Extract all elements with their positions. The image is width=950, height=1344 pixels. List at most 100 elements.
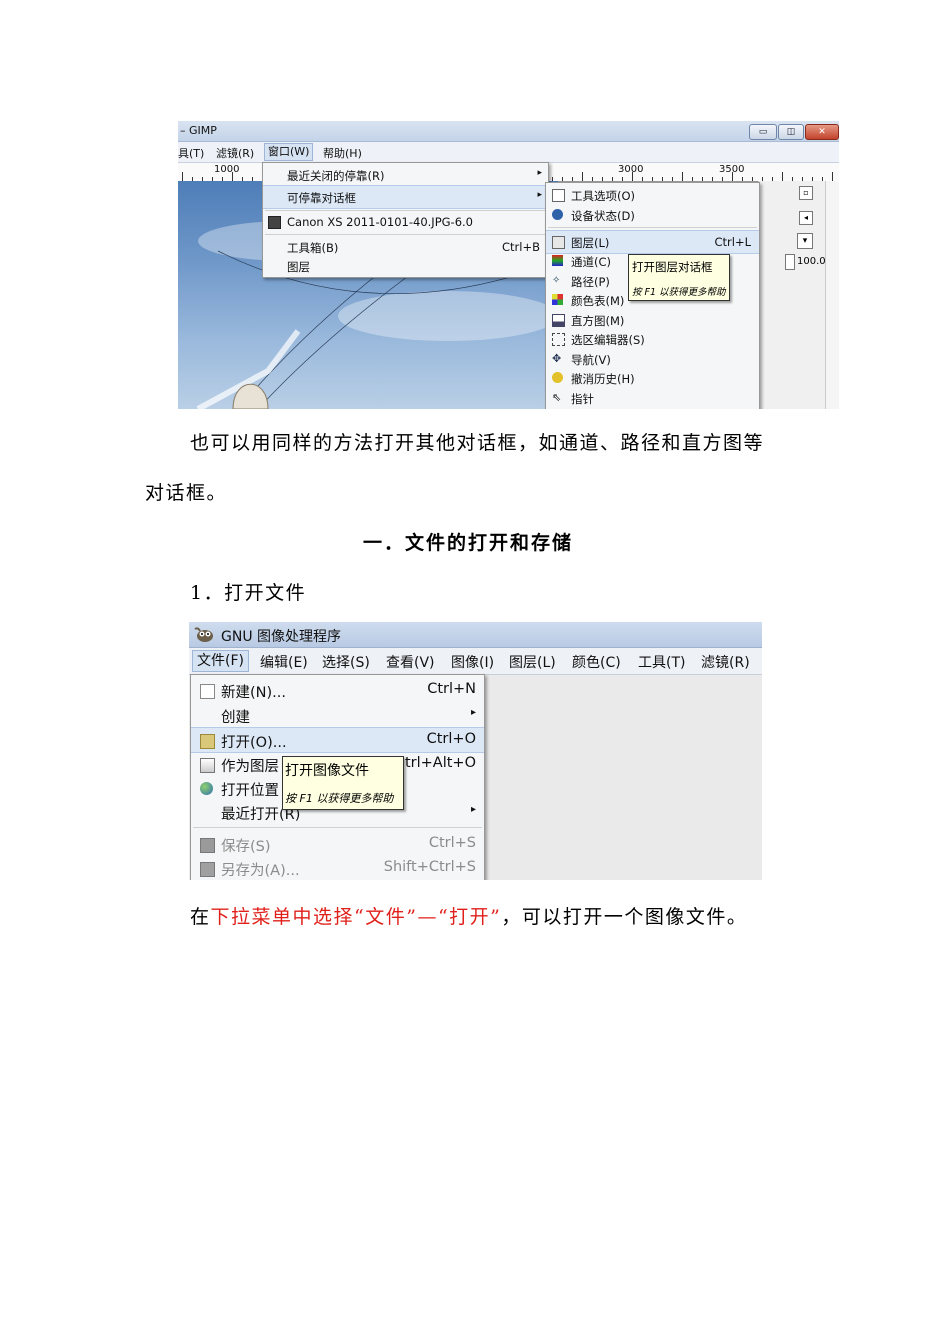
ruler-tick [602, 177, 603, 181]
menu-item-create[interactable]: 创建 ▸ [191, 703, 484, 727]
submenu-arrow-icon: ▸ [470, 707, 476, 718]
navigation-icon: ✥ [552, 352, 562, 365]
gimp-file-menu-screenshot: GNU 图像处理程序 文件(F) 编辑(E) 选择(S) 查看(V) 图像(I)… [189, 622, 762, 880]
ruler-tick [562, 177, 563, 181]
menu-item-save-as[interactable]: 另存为(A)... Shift+Ctrl+S [191, 856, 484, 880]
menu-help[interactable]: 帮助(H) [323, 145, 362, 161]
submenu-arrow-icon: ▸ [537, 190, 542, 200]
menu-item-shortcut: Ctrl+S [428, 835, 476, 851]
ruler-tick [832, 172, 833, 181]
menu-file[interactable]: 文件(F) [192, 650, 249, 672]
tooltip-hint: 按 F1 以获得更多帮助 [632, 287, 726, 298]
menu-bar: 文件(F) 编辑(E) 选择(S) 查看(V) 图像(I) 图层(L) 颜色(C… [189, 648, 762, 675]
menu-separator [193, 827, 482, 828]
menu-item-label: 打开位置 [221, 783, 279, 799]
restore-icon[interactable]: ◫ [778, 124, 804, 140]
menu-item-label: 打开(O)... [221, 735, 287, 751]
menu-item-open[interactable]: 打开(O)... Ctrl+O [191, 727, 484, 753]
open-as-layers-icon [200, 758, 215, 773]
save-as-icon [200, 862, 215, 877]
layers-tooltip: 打开图层对话框 按 F1 以获得更多帮助 [628, 254, 730, 301]
layers-icon [552, 236, 565, 249]
menu-tools[interactable]: 工具(T) [638, 652, 685, 672]
menu-item-image-window[interactable]: Canon XS 2011-0101-40.JPG-6.0 [263, 211, 548, 233]
menu-item-label: 指针 [571, 392, 594, 406]
menu-item-pointer[interactable]: ⇖ 指针 [546, 387, 759, 409]
menu-item-label: 选区编辑器(S) [571, 333, 645, 347]
selection-editor-icon [552, 333, 565, 346]
menu-separator [548, 227, 757, 228]
menu-window[interactable]: 窗口(W) [264, 143, 314, 161]
menu-item-label: 颜色表(M) [571, 294, 625, 308]
close-icon[interactable]: ✕ [805, 124, 839, 140]
globe-icon [200, 782, 213, 795]
menu-layer[interactable]: 图层(L) [509, 652, 556, 672]
menu-item-tool-options[interactable]: 工具选项(O) [546, 184, 759, 206]
menu-filters[interactable]: 滤镜(R) [701, 652, 750, 672]
menu-item-shortcut: Ctrl+B [502, 240, 540, 254]
tooltip-hint: 按 F1 以获得更多帮助 [285, 792, 394, 805]
menu-separator [265, 234, 546, 235]
tool-options-icon [552, 189, 565, 202]
ruler-tick [722, 177, 723, 181]
ruler-tick [702, 177, 703, 181]
colormap-icon [552, 294, 563, 305]
dock-close-icon[interactable]: ▫ [799, 186, 813, 200]
slider-handle[interactable] [785, 254, 795, 270]
menu-colors[interactable]: 颜色(C) [572, 652, 621, 672]
menu-tools[interactable]: 具(T) [178, 145, 204, 161]
menu-item-selection-editor[interactable]: 选区编辑器(S) [546, 328, 759, 350]
histogram-icon [552, 314, 565, 327]
dock-panel: ▫ ◂ ▾ 100.0 [758, 181, 839, 409]
ruler-tick [752, 177, 753, 181]
zoom-value[interactable]: 100.0 [797, 256, 826, 267]
empty-canvas [485, 675, 762, 880]
menu-item-label: 通道(C) [571, 255, 612, 269]
ruler-tick [572, 177, 573, 181]
menu-select[interactable]: 选择(S) [322, 652, 370, 672]
menu-item-layers[interactable]: 图层 [263, 255, 548, 277]
menu-item-label: 图层 [287, 260, 310, 274]
menu-item-label: 保存(S) [221, 839, 271, 855]
text-suffix: ，可以打开一个图像文件。 [501, 906, 748, 928]
menu-item-new[interactable]: 新建(N)... Ctrl+N [191, 678, 484, 702]
ruler-tick [622, 177, 623, 181]
section-heading: 一．文件的打开和存储 [363, 532, 574, 554]
open-folder-icon [200, 734, 215, 749]
instruction-paragraph: 在下拉菜单中选择“文件”—“打开”，可以打开一个图像文件。 [190, 902, 747, 929]
menu-edit[interactable]: 编辑(E) [260, 652, 308, 672]
menu-item-device-status[interactable]: 设备状态(D) [546, 204, 759, 226]
menu-item-save[interactable]: 保存(S) Ctrl+S [191, 832, 484, 856]
ruler-label: 1000 [214, 164, 240, 175]
ruler-tick [632, 172, 633, 181]
ruler-label: 3000 [618, 164, 644, 175]
menu-item-dockable-dialogs[interactable]: 可停靠对话框 ▸ [263, 185, 548, 209]
menu-item-label: 最近关闭的停靠(R) [287, 169, 385, 183]
menu-item-label: 工具箱(B) [287, 241, 339, 255]
dropdown-icon[interactable]: ▾ [797, 233, 813, 249]
menu-item-recent-docks[interactable]: 最近关闭的停靠(R) ▸ [263, 164, 548, 186]
ruler-tick [232, 172, 233, 181]
menu-item-label: 另存为(A)... [221, 863, 300, 879]
ruler-tick [742, 177, 743, 181]
minimize-icon[interactable]: ▭ [749, 124, 777, 140]
window-menu: 最近关闭的停靠(R) ▸ 可停靠对话框 ▸ Canon XS 2011-0101… [262, 162, 549, 278]
menu-item-shortcut: Shift+Ctrl+S [383, 859, 476, 875]
window-title: GNU 图像处理程序 [221, 629, 342, 645]
menu-item-undo-history[interactable]: 撤消历史(H) [546, 367, 759, 389]
dock-menu-icon[interactable]: ◂ [799, 211, 813, 225]
ruler-tick [592, 177, 593, 181]
menu-filters[interactable]: 滤镜(R) [216, 145, 254, 161]
ruler-tick [582, 172, 583, 181]
ruler-tick [692, 177, 693, 181]
menu-view[interactable]: 查看(V) [386, 652, 435, 672]
menu-image[interactable]: 图像(I) [451, 652, 494, 672]
pointer-icon: ⇖ [552, 391, 562, 404]
ruler-tick [682, 172, 683, 181]
ruler-tick [642, 177, 643, 181]
menu-item-label: Canon XS 2011-0101-40.JPG-6.0 [287, 215, 473, 229]
ruler-tick [672, 177, 673, 181]
scrollbar[interactable] [825, 181, 839, 409]
title-bar: – GIMP ▭ ◫ ✕ [178, 121, 839, 142]
ruler-tick [712, 177, 713, 181]
